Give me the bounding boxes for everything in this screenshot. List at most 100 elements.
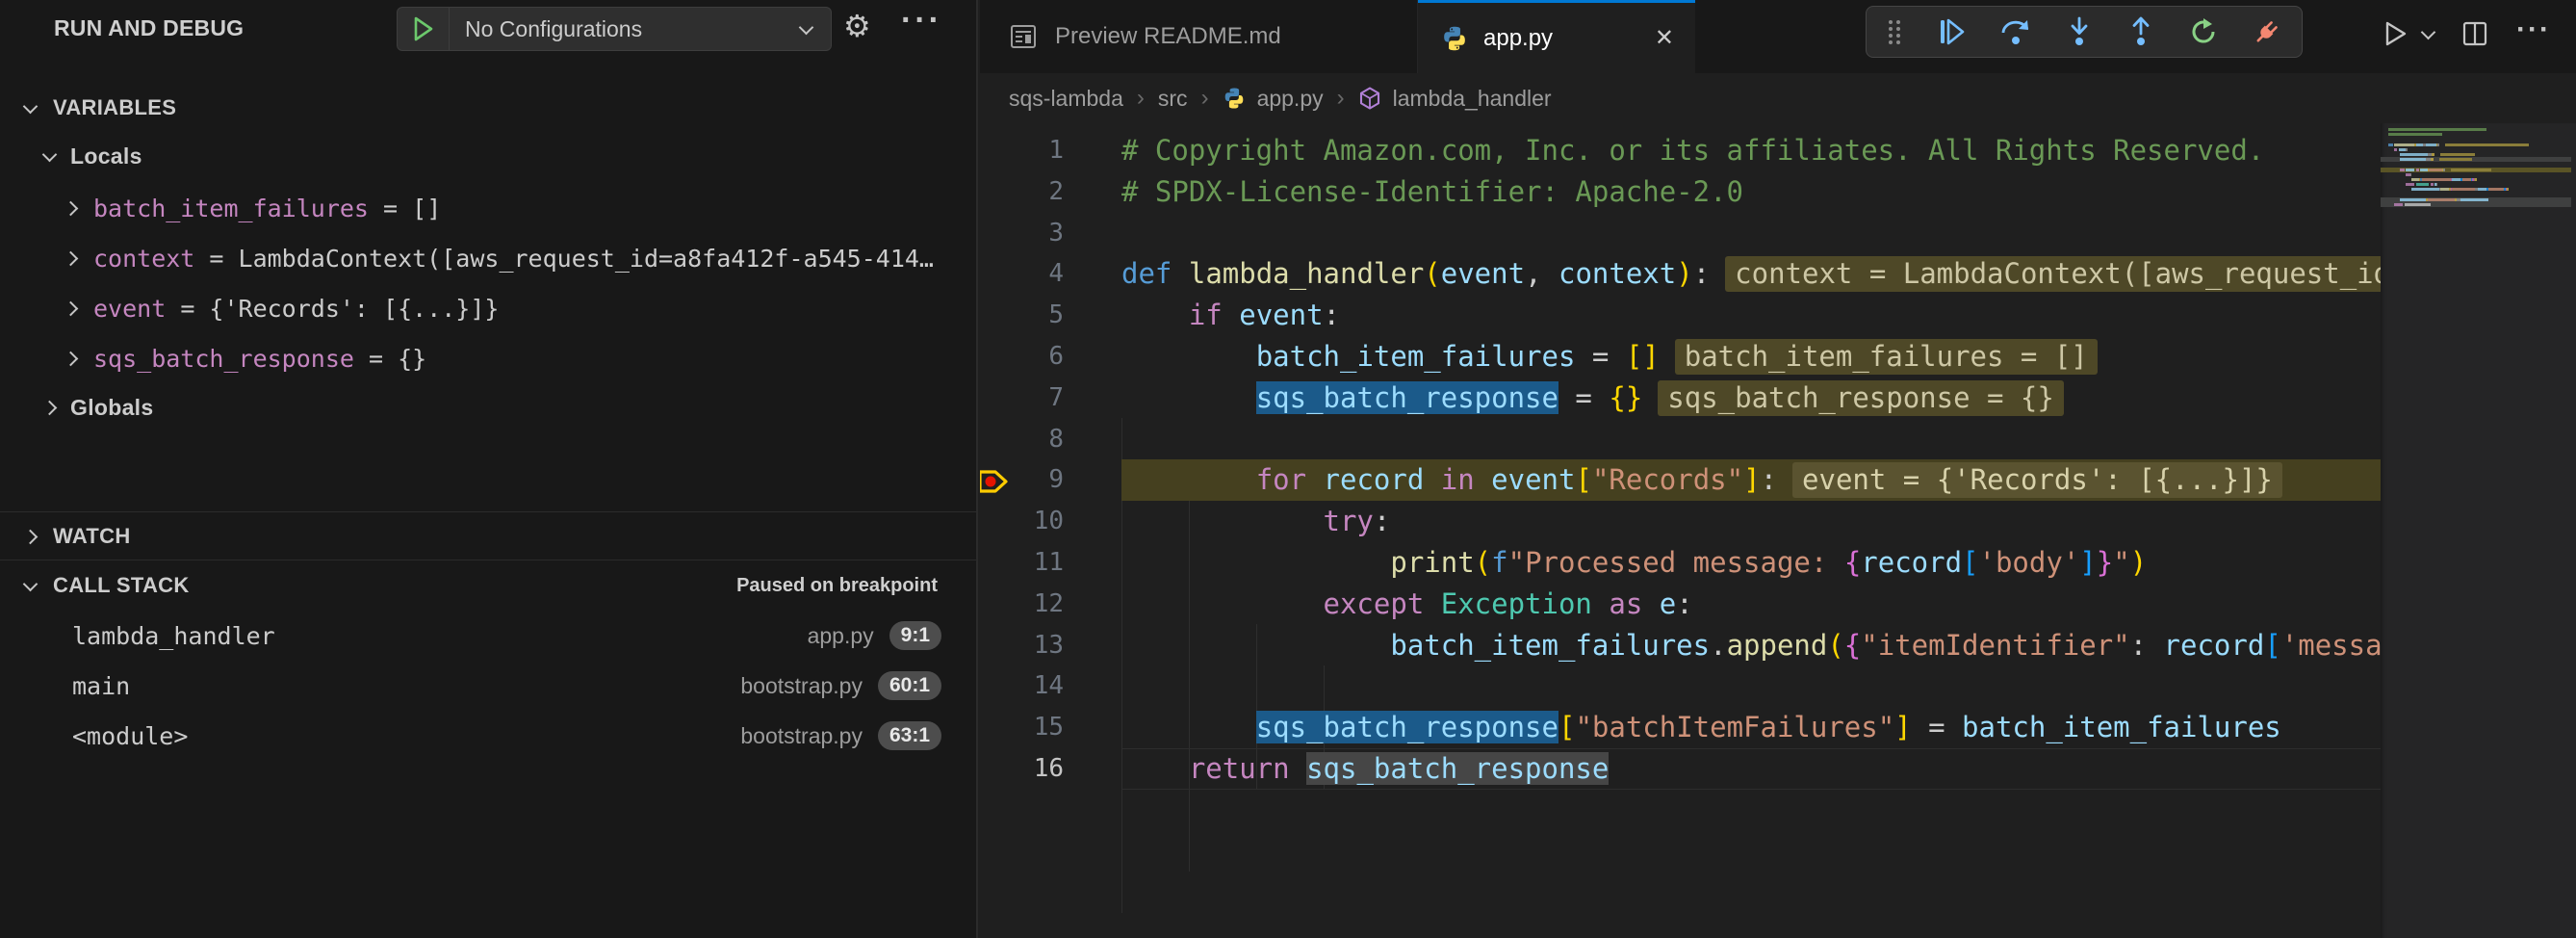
chevron-right-icon	[64, 351, 79, 366]
continue-icon[interactable]	[1936, 16, 1967, 47]
line-number[interactable]: 11	[980, 542, 1121, 584]
line-number[interactable]: 2	[980, 171, 1121, 213]
inline-debug-value: sqs_batch_response = {}	[1658, 380, 2064, 416]
inline-debug-value: batch_item_failures = []	[1675, 339, 2098, 375]
section-divider	[0, 511, 976, 512]
code-line-1[interactable]: 1# Copyright Amazon.com, Inc. or its aff…	[980, 130, 2381, 171]
variable-row[interactable]: batch_item_failures = []	[0, 183, 976, 233]
line-number[interactable]: 6	[980, 336, 1121, 378]
code-line-2[interactable]: 2# SPDX-License-Identifier: Apache-2.0	[980, 171, 2381, 213]
chevron-down-icon	[799, 19, 814, 35]
markdown-preview-icon	[1009, 22, 1038, 51]
globals-tree-item[interactable]: Globals	[0, 387, 976, 428]
minimap[interactable]	[2381, 123, 2576, 938]
gear-icon[interactable]: ⚙	[843, 8, 871, 44]
line-number[interactable]: 5	[980, 295, 1121, 336]
step-out-icon[interactable]	[2126, 16, 2155, 47]
close-icon[interactable]: ✕	[1655, 24, 1674, 52]
code-line-6[interactable]: 6 batch_item_failures = []batch_item_fai…	[980, 336, 2381, 378]
tab-preview-readme[interactable]: Preview README.md	[980, 0, 1418, 73]
editor-tab-bar: Preview README.md app.py ✕	[980, 0, 2576, 73]
run-icon[interactable]	[2381, 19, 2409, 48]
line-number[interactable]: 1	[980, 130, 1121, 171]
code-line-content[interactable]: sqs_batch_response["batchItemFailures"] …	[1121, 707, 2381, 748]
code-line-16[interactable]: 16 return sqs_batch_response	[980, 748, 2381, 790]
call-stack-section-header[interactable]: CALL STACK Paused on breakpoint	[0, 564, 976, 607]
line-number[interactable]: 12	[980, 584, 1121, 625]
code-line-7[interactable]: 7 sqs_batch_response = {}sqs_batch_respo…	[980, 378, 2381, 419]
variable-name: context	[93, 245, 194, 273]
code-line-content[interactable]: def lambda_handler(event, context):conte…	[1121, 253, 2381, 295]
debug-toolbar	[1866, 6, 2303, 58]
panel-title: RUN AND DEBUG	[54, 15, 244, 41]
line-number[interactable]: 16	[980, 748, 1121, 790]
variable-value: []	[412, 195, 441, 222]
code-line-3[interactable]: 3	[980, 213, 2381, 254]
line-number[interactable]: 13	[980, 625, 1121, 666]
code-line-content[interactable]: except Exception as e:	[1121, 584, 2381, 625]
line-number[interactable]: 14	[980, 665, 1121, 707]
minimap-code	[2381, 128, 2576, 321]
code-line-10[interactable]: 10 try:	[980, 501, 2381, 542]
more-actions-icon[interactable]: ···	[901, 2, 942, 39]
run-dropdown-icon[interactable]	[2421, 24, 2436, 39]
call-stack-frame[interactable]: lambda_handlerapp.py9:1	[0, 611, 976, 661]
start-debug-button[interactable]	[398, 8, 450, 50]
code-line-content[interactable]: for record in event["Records"]:event = {…	[1121, 459, 2381, 501]
breadcrumb-item[interactable]: src	[1158, 86, 1188, 112]
chevron-right-icon	[42, 400, 58, 415]
code-line-5[interactable]: 5 if event:	[980, 295, 2381, 336]
code-line-content[interactable]: # SPDX-License-Identifier: Apache-2.0	[1121, 171, 2381, 213]
code-line-content[interactable]: return sqs_batch_response	[1121, 748, 2381, 790]
variables-section-header[interactable]: VARIABLES	[0, 89, 976, 127]
variable-value: {'Records': [{...}]}	[209, 295, 499, 323]
config-dropdown-label: No Configurations	[465, 16, 801, 42]
breadcrumb-item[interactable]: sqs-lambda	[1009, 86, 1123, 112]
line-number[interactable]: 9	[980, 459, 1121, 501]
debug-config-dropdown[interactable]: No Configurations	[397, 7, 832, 51]
code-line-9[interactable]: 9 for record in event["Records"]:event =…	[980, 459, 2381, 501]
line-number[interactable]: 15	[980, 707, 1121, 748]
code-line-content[interactable]: # Copyright Amazon.com, Inc. or its affi…	[1121, 130, 2381, 171]
breadcrumb-item[interactable]: app.py	[1257, 86, 1324, 112]
line-number[interactable]: 8	[980, 419, 1121, 460]
watch-section-header[interactable]: WATCH	[0, 516, 976, 557]
locals-tree-item[interactable]: Locals	[0, 137, 976, 175]
breadcrumb-item[interactable]: lambda_handler	[1393, 86, 1552, 112]
code-line-content[interactable]: if event:	[1121, 295, 2381, 336]
split-editor-icon[interactable]	[2460, 19, 2489, 48]
variable-row[interactable]: context = LambdaContext([aws_request_id=…	[0, 233, 976, 283]
code-line-11[interactable]: 11 print(f"Processed message: {record['b…	[980, 542, 2381, 584]
chevron-down-icon	[42, 146, 58, 162]
code-line-content[interactable]: batch_item_failures = []batch_item_failu…	[1121, 336, 2381, 378]
code-line-15[interactable]: 15 sqs_batch_response["batchItemFailures…	[980, 707, 2381, 748]
code-line-content[interactable]: print(f"Processed message: {record['body…	[1121, 542, 2381, 584]
code-line-14[interactable]: 14	[980, 665, 2381, 707]
code-line-content[interactable]: sqs_batch_response = {}sqs_batch_respons…	[1121, 378, 2381, 419]
code-editor[interactable]: 1# Copyright Amazon.com, Inc. or its aff…	[980, 123, 2381, 938]
line-number[interactable]: 4	[980, 253, 1121, 295]
step-into-icon[interactable]	[2065, 16, 2094, 47]
call-stack-frame[interactable]: mainbootstrap.py60:1	[0, 661, 976, 711]
line-number[interactable]: 7	[980, 378, 1121, 419]
more-actions-icon[interactable]: ···	[2516, 13, 2551, 46]
code-line-content[interactable]	[1121, 213, 2381, 254]
line-number[interactable]: 3	[980, 213, 1121, 254]
step-over-icon[interactable]	[1999, 16, 2032, 47]
call-stack-frame[interactable]: <module>bootstrap.py63:1	[0, 711, 976, 761]
variable-row[interactable]: sqs_batch_response = {}	[0, 333, 976, 383]
code-line-content[interactable]: try:	[1121, 501, 2381, 542]
code-line-content[interactable]: batch_item_failures.append({"itemIdentif…	[1121, 625, 2381, 666]
gripper-icon[interactable]	[1886, 17, 1903, 46]
code-line-4[interactable]: 4def lambda_handler(event, context):cont…	[980, 253, 2381, 295]
variable-row[interactable]: event = {'Records': [{...}]}	[0, 283, 976, 333]
restart-icon[interactable]	[2188, 16, 2219, 47]
line-number[interactable]: 10	[980, 501, 1121, 542]
code-line-12[interactable]: 12 except Exception as e:	[980, 584, 2381, 625]
tab-app-py[interactable]: app.py ✕	[1418, 0, 1695, 73]
disconnect-icon[interactable]	[2252, 16, 2282, 47]
code-line-content[interactable]	[1121, 665, 2381, 707]
code-line-8[interactable]: 8	[980, 419, 2381, 460]
code-line-13[interactable]: 13 batch_item_failures.append({"itemIden…	[980, 625, 2381, 666]
code-line-content[interactable]	[1121, 419, 2381, 460]
